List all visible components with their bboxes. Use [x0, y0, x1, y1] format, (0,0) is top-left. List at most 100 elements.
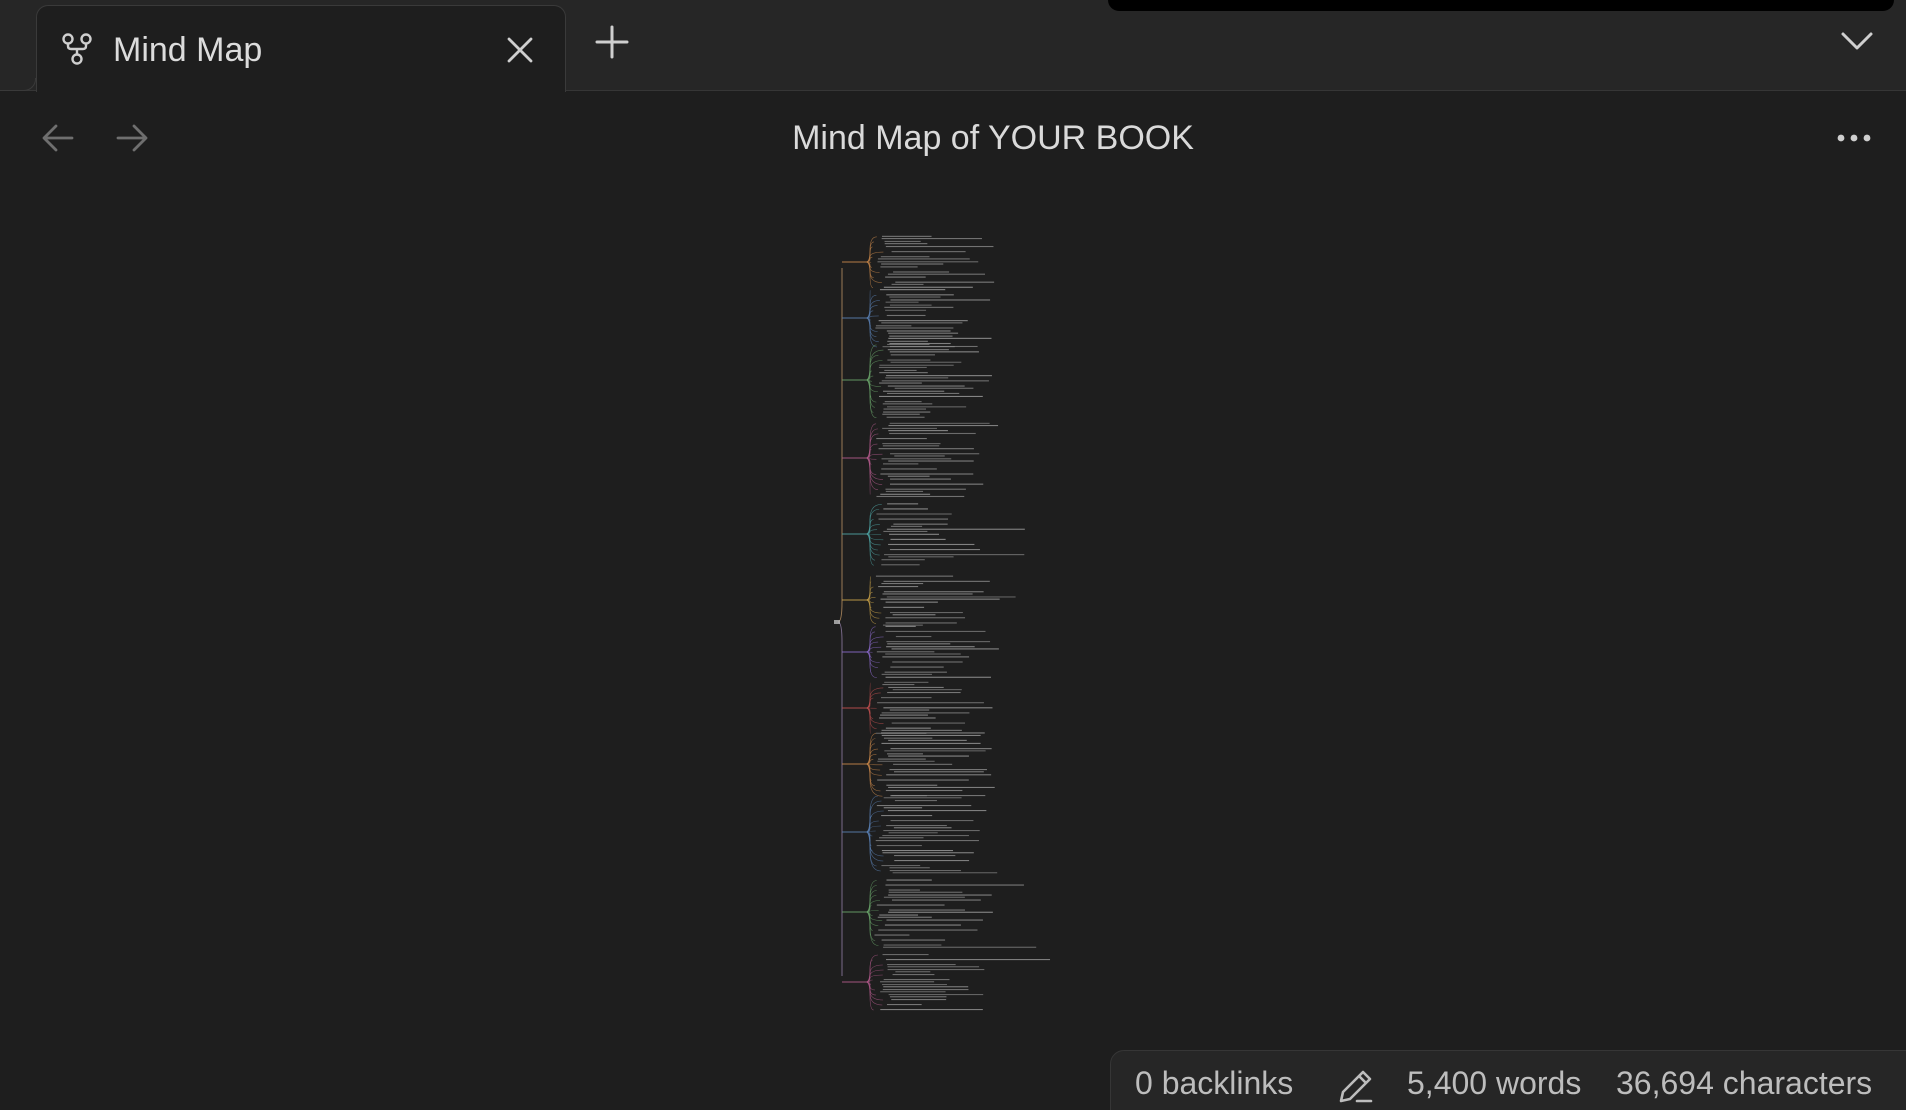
mind-map-node-text	[883, 979, 950, 981]
mind-map-node-text	[886, 596, 1016, 598]
mind-map-diagram[interactable]	[0, 172, 1906, 1052]
mind-map-node-text	[892, 661, 963, 663]
mind-map-node-text	[884, 681, 929, 683]
mind-map-node-text	[886, 416, 925, 418]
mind-map-node-text	[881, 238, 982, 240]
mind-map-sub-branch	[865, 317, 878, 332]
tab-corner-decoration	[0, 78, 36, 91]
tab-title: Mind Map	[113, 31, 263, 69]
mind-map-node-text	[887, 503, 919, 505]
mind-map-node-text	[883, 286, 973, 288]
plus-icon[interactable]	[594, 24, 630, 60]
mind-map-node-text	[878, 929, 978, 931]
mind-map-node-text	[894, 855, 956, 857]
mind-map-sub-branch	[865, 911, 873, 931]
mind-map-node-text	[889, 483, 984, 485]
mind-map-node-text	[884, 750, 986, 752]
mind-map-node-text	[891, 251, 966, 253]
mind-map-node-text	[890, 478, 951, 480]
mind-map-node-text	[875, 325, 912, 327]
mind-map-trunk	[837, 621, 843, 976]
mind-map-node-text	[888, 786, 995, 789]
mind-map-node-text	[877, 258, 970, 260]
mind-map-node-text	[885, 488, 966, 490]
mind-map-node-text	[888, 894, 992, 896]
mind-map-sub-branch	[865, 457, 879, 490]
mind-map-node-text	[887, 753, 923, 755]
mind-map-node-text	[881, 673, 932, 675]
mind-map-sub-branch	[865, 815, 873, 833]
mind-map-node-text	[889, 769, 987, 771]
mind-map-node-text	[881, 380, 989, 382]
mind-map-trunk	[837, 268, 843, 623]
mind-map-node-text	[882, 835, 969, 837]
mind-map-node-text	[894, 771, 984, 773]
tab-mind-map[interactable]: Mind Map	[36, 5, 566, 92]
mind-map-node-text	[895, 635, 932, 638]
mind-map-sub-branch	[865, 599, 877, 624]
mind-map-node-text	[890, 748, 992, 750]
mind-map-node-text	[882, 984, 947, 986]
mind-map-node-text	[881, 583, 924, 585]
mind-map-node-text	[880, 981, 935, 983]
mind-map-node-text	[886, 825, 947, 827]
mind-map-node-text	[889, 533, 940, 535]
mind-map-sub-branch	[865, 885, 877, 913]
mind-map-sub-branch	[865, 795, 879, 833]
mind-map-node-text	[886, 330, 951, 332]
mind-map-node-text	[881, 865, 921, 867]
mind-map-sub-branch	[865, 831, 877, 867]
mind-map-sub-branch	[865, 379, 878, 392]
mind-map-node-text	[887, 691, 961, 694]
mind-map-node-text	[884, 554, 1025, 556]
tab-bar: Mind Map	[0, 0, 1906, 92]
mind-map-node-text	[882, 624, 923, 626]
mind-map-node-text	[883, 411, 931, 413]
mind-map-node-text	[882, 954, 929, 956]
mind-map-sub-branch	[865, 317, 877, 337]
mind-map-node-text	[884, 924, 961, 926]
view-title[interactable]: Mind Map of YOUR BOOK	[0, 116, 1906, 160]
mind-map-node-text	[880, 493, 931, 495]
mind-map-canvas[interactable]	[0, 172, 1906, 1052]
mind-map-node-text	[885, 630, 986, 632]
mind-map-node-text	[889, 335, 953, 337]
mind-map-node-text	[881, 732, 985, 734]
mind-map-root-node	[834, 620, 840, 624]
mind-map-sub-branch	[865, 344, 877, 381]
mind-map-node-text	[882, 443, 941, 445]
mind-map-node-text	[877, 702, 984, 704]
mind-map-node-text	[888, 543, 975, 546]
mind-map-node-text	[880, 1009, 983, 1011]
mind-map-node-text	[894, 455, 945, 457]
mind-map-node-text	[879, 837, 924, 839]
mind-map-node-text	[887, 964, 956, 966]
pencil-icon[interactable]	[1337, 1067, 1375, 1105]
mind-map-node-text	[892, 689, 962, 691]
more-horizontal-icon[interactable]	[1834, 126, 1874, 150]
mind-map-node-text	[875, 327, 954, 329]
mind-map-node-text	[881, 939, 946, 941]
mind-map-node-text	[881, 263, 944, 265]
mind-map-node-text	[884, 401, 922, 403]
mind-map-node-text	[887, 810, 987, 812]
mind-map-node-text	[882, 346, 955, 348]
mind-map-node-text	[889, 432, 976, 435]
mind-map-node-text	[885, 377, 949, 379]
chevron-down-icon[interactable]	[1840, 28, 1874, 54]
mind-map-sub-branch	[865, 831, 873, 852]
mind-map-node-text	[888, 891, 963, 893]
mind-map-node-text	[879, 914, 919, 916]
mind-map-sub-branch	[865, 457, 883, 485]
backlinks-count[interactable]: 0 backlinks	[1135, 1063, 1293, 1103]
mind-map-node-text	[890, 820, 974, 822]
close-icon[interactable]	[505, 35, 535, 65]
mind-map-node-text	[885, 309, 927, 311]
mind-map-node-text	[886, 375, 992, 377]
mind-map-node-text	[881, 729, 962, 731]
mind-map-node-text	[883, 807, 923, 809]
mind-map-node-text	[880, 991, 946, 993]
mind-map-node-text	[883, 530, 928, 532]
mind-map-node-text	[882, 235, 932, 237]
mind-map-node-text	[877, 779, 969, 781]
